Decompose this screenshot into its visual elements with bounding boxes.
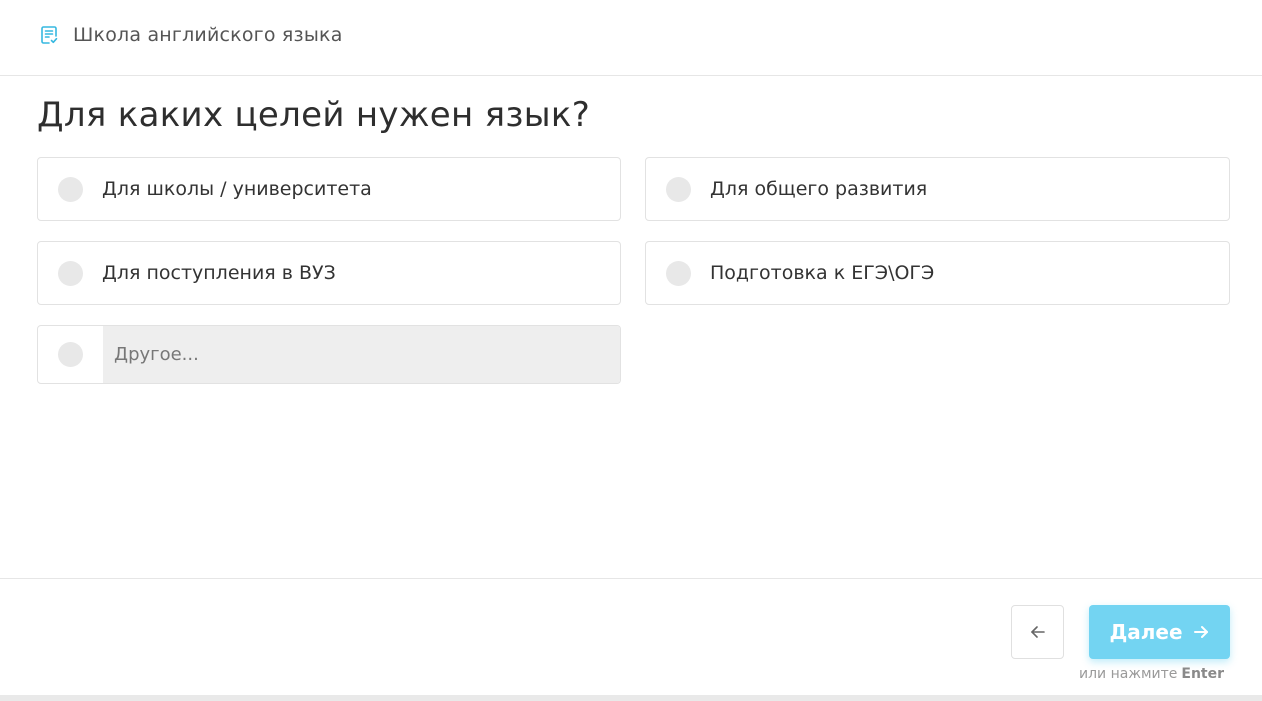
radio-button[interactable] bbox=[58, 260, 83, 286]
bottom-bar bbox=[0, 695, 1262, 701]
hint-text: или нажмите bbox=[1079, 666, 1178, 682]
next-button-label: Далее bbox=[1109, 620, 1183, 644]
option-exam-preparation[interactable]: Подготовка к ЕГЭ\ОГЭ bbox=[645, 241, 1230, 305]
question-title: Для каких целей нужен язык? bbox=[37, 95, 591, 135]
quiz-title: Школа английского языка bbox=[73, 23, 343, 46]
option-other[interactable] bbox=[37, 325, 621, 384]
option-general-development[interactable]: Для общего развития bbox=[645, 157, 1230, 221]
option-label: Для поступления в ВУЗ bbox=[102, 262, 336, 284]
radio-button[interactable] bbox=[58, 342, 83, 367]
option-university-admission[interactable]: Для поступления в ВУЗ bbox=[37, 241, 621, 305]
hint-key: Enter bbox=[1181, 666, 1224, 682]
option-school-university[interactable]: Для школы / университета bbox=[37, 157, 621, 221]
radio-button[interactable] bbox=[58, 176, 83, 202]
quiz-header: Школа английского языка bbox=[0, 0, 1262, 76]
arrow-right-icon bbox=[1192, 623, 1210, 641]
arrow-left-icon bbox=[1029, 623, 1047, 641]
option-label: Для школы / университета bbox=[102, 178, 372, 200]
back-button[interactable] bbox=[1011, 605, 1064, 659]
next-button[interactable]: Далее bbox=[1089, 605, 1230, 659]
radio-button[interactable] bbox=[666, 260, 691, 286]
option-label: Подготовка к ЕГЭ\ОГЭ bbox=[710, 262, 935, 284]
form-checklist-icon bbox=[38, 24, 60, 46]
other-input[interactable] bbox=[103, 326, 620, 383]
enter-hint: или нажмите Enter bbox=[1040, 666, 1224, 682]
radio-button[interactable] bbox=[666, 176, 691, 202]
option-label: Для общего развития bbox=[710, 178, 928, 200]
quiz-page: Школа английского языка Для каких целей … bbox=[0, 0, 1262, 701]
